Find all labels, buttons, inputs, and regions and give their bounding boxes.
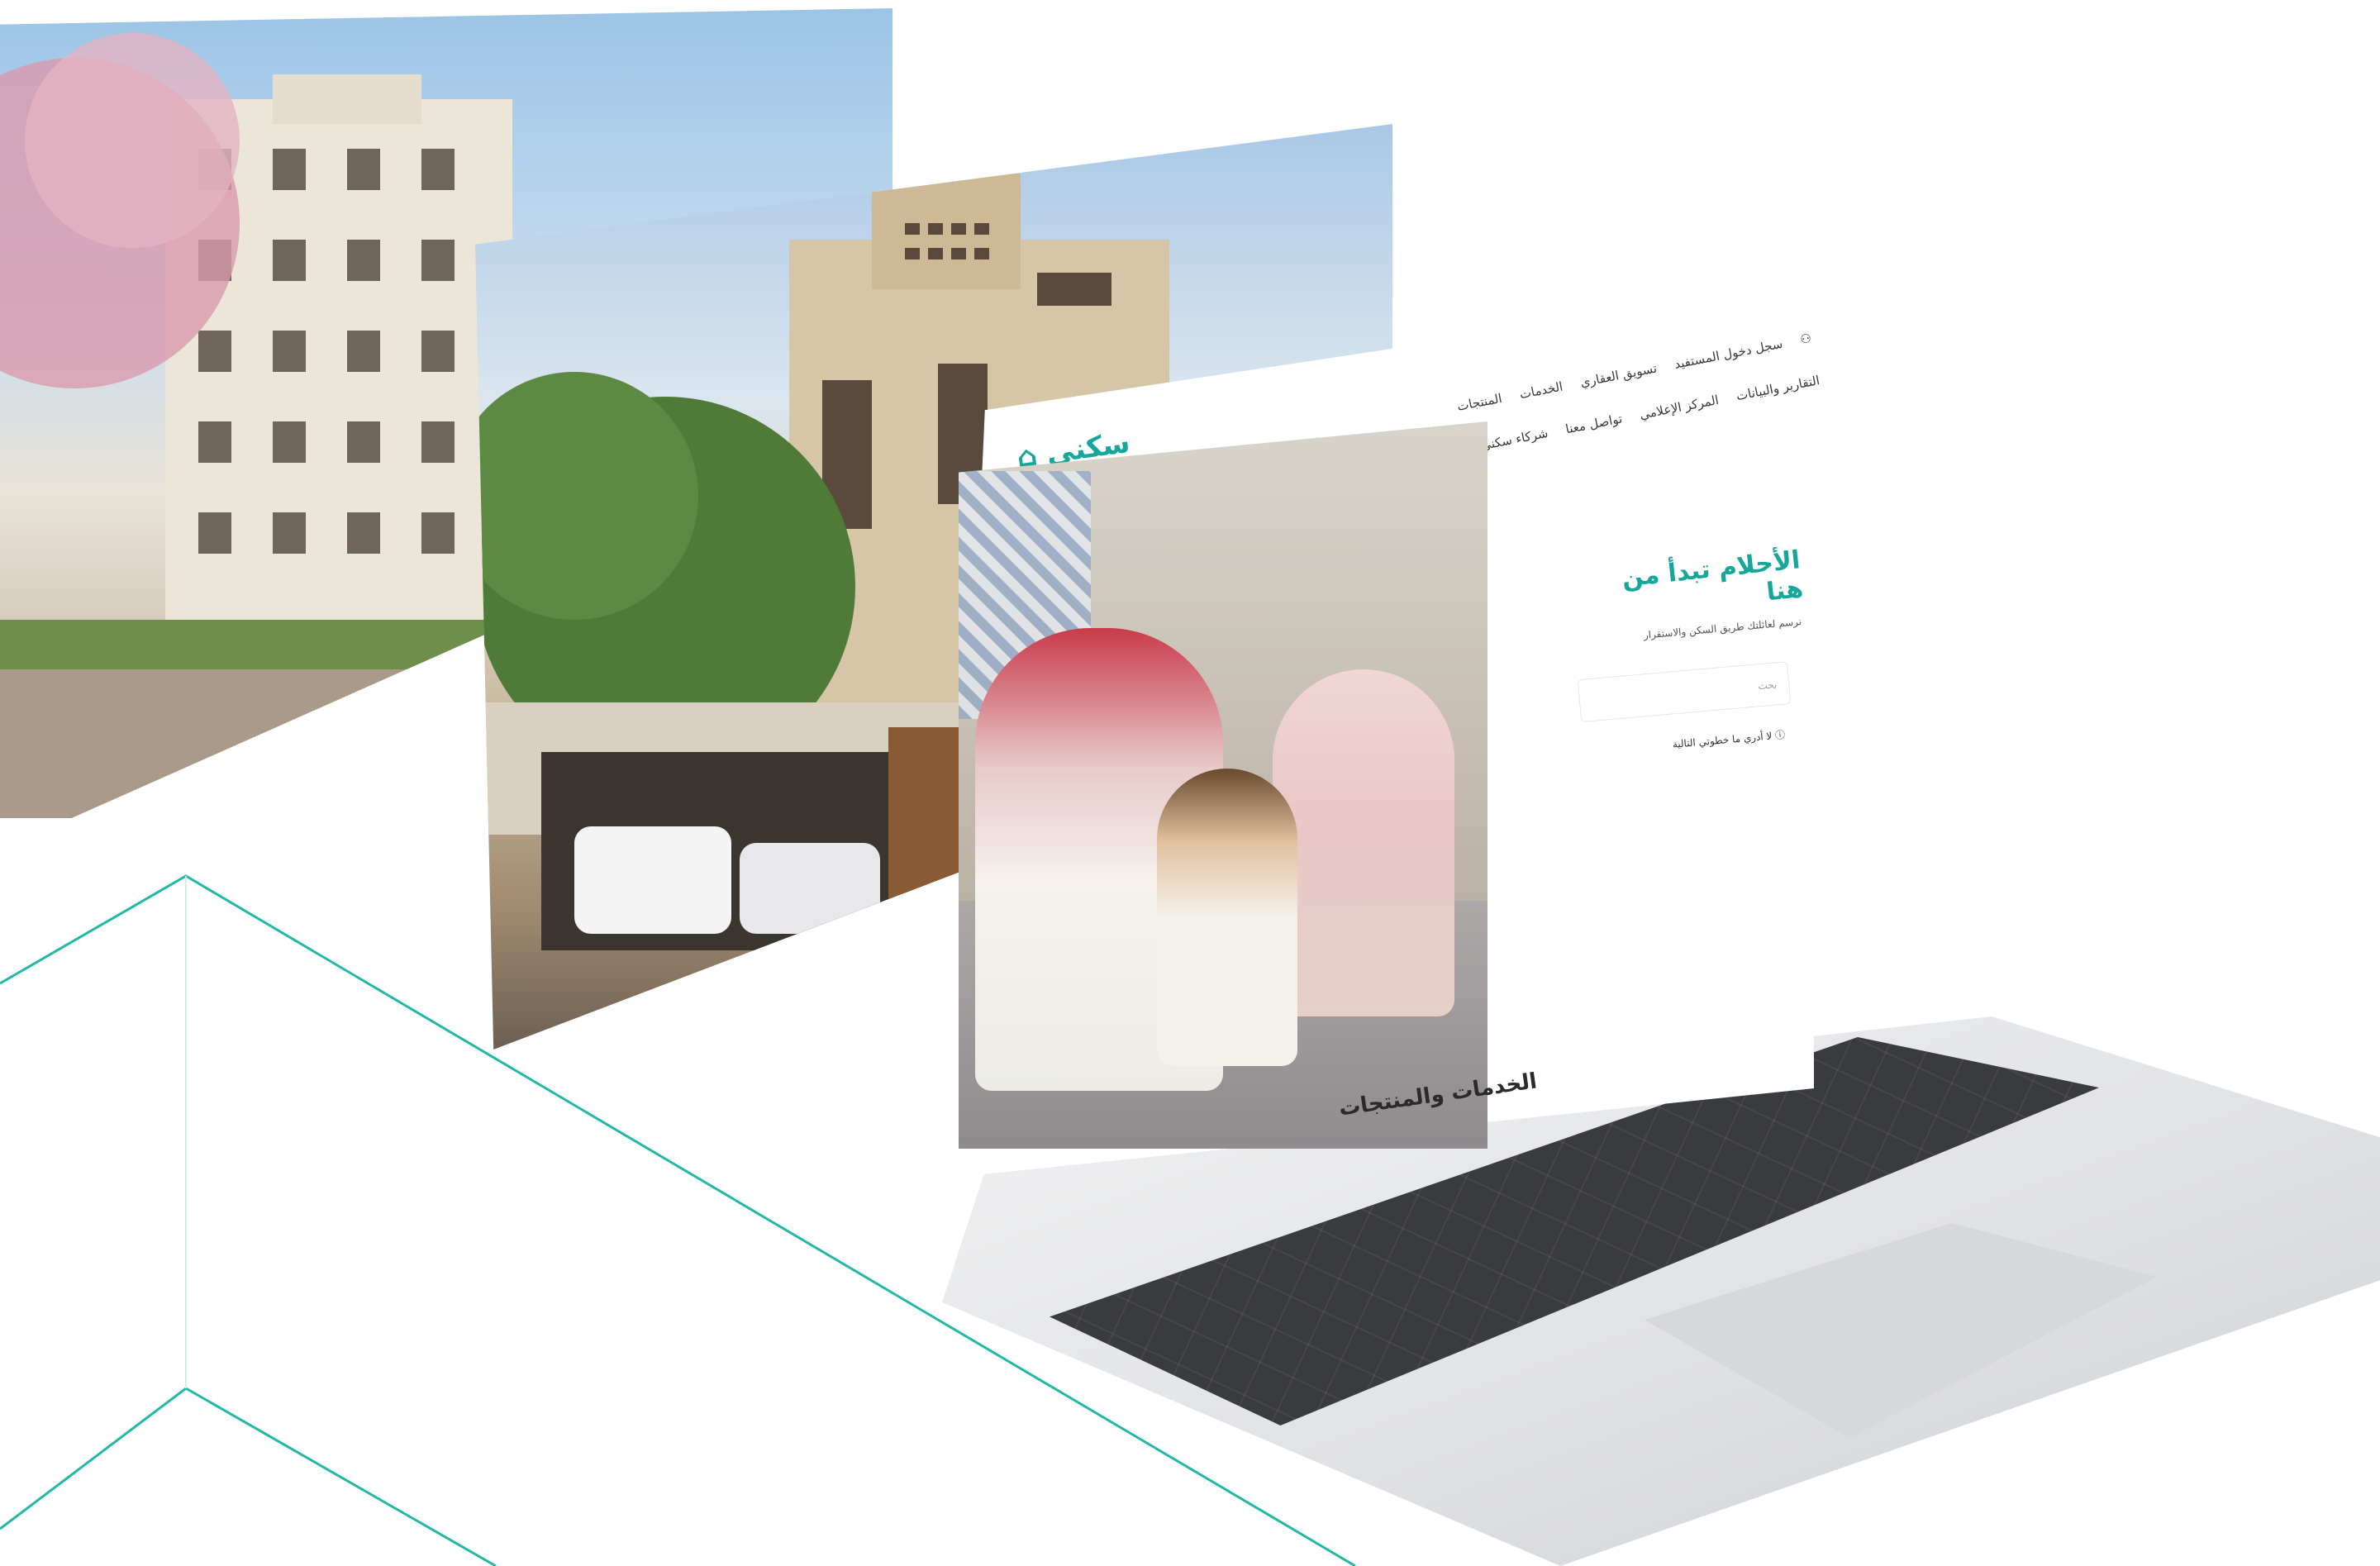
mother-figure <box>1273 669 1454 1016</box>
next-step-link[interactable]: ⓘ لا أدري ما خطوتي التالية <box>1587 727 1786 759</box>
next-step-link-label: لا أدري ما خطوتي التالية <box>1672 730 1773 750</box>
search-input[interactable]: بحث <box>1577 661 1792 723</box>
nav-item-contact[interactable]: تواصل معنا <box>1564 411 1623 436</box>
nav-item-marketing[interactable]: تسويق العقاري <box>1579 360 1659 390</box>
deco-line-lower <box>0 1387 497 1566</box>
nav-item-services[interactable]: الخدمات <box>1518 378 1564 402</box>
website-screen: ⚇ سجل دخول المستفيد تسويق العقاري الخدما… <box>959 297 1821 1173</box>
hero-subtitle: نرسم لعائلتك طريق السكن والاستقرار <box>1643 616 1802 641</box>
girl-figure <box>1157 769 1297 1066</box>
promo-scene: ⚇ سجل دخول المستفيد تسويق العقاري الخدما… <box>0 0 2380 1566</box>
nav-item-partners[interactable]: شركاء سكني <box>1480 426 1549 453</box>
nav-item-login[interactable]: سجل دخول المستفيد <box>1673 336 1784 372</box>
nav-item-products[interactable]: المنتجات <box>1456 391 1503 414</box>
hero-family-photo <box>959 421 1488 1149</box>
nav-item-media[interactable]: المركز الإعلامي <box>1639 393 1721 422</box>
nav-item-reports[interactable]: التقارير والبيانات <box>1735 373 1821 403</box>
help-icon: ⓘ <box>1774 729 1786 742</box>
hero-title: الأحلام تبدأ من هنا <box>1620 545 1805 607</box>
